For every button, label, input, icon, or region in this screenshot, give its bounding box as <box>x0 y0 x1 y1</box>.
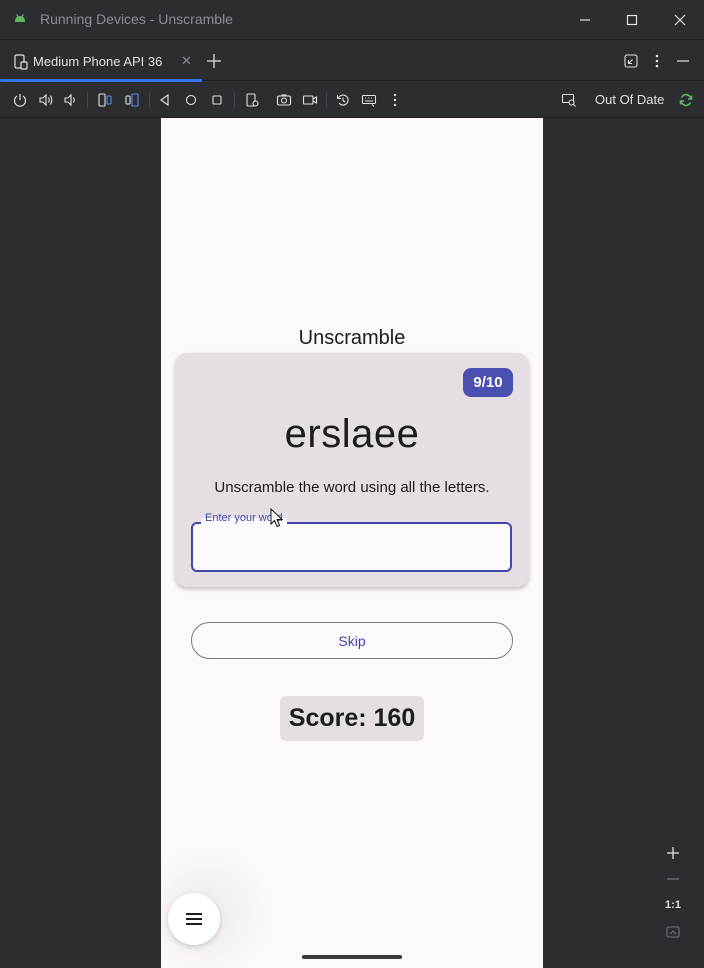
close-button[interactable] <box>668 8 692 32</box>
snapshot-icon <box>246 93 259 107</box>
volume-down-icon <box>64 93 75 107</box>
zoom-ratio-label: 1:1 <box>665 899 681 911</box>
home-button[interactable] <box>182 91 200 109</box>
zoom-controls: 1:1 <box>660 838 686 948</box>
more-vertical-icon <box>655 54 659 68</box>
tab-medium-phone[interactable]: Medium Phone API 36 ✕ <box>0 41 202 82</box>
device-mirror-icon <box>14 54 28 70</box>
minimize-icon <box>580 19 590 21</box>
zoom-in-button[interactable] <box>660 840 686 866</box>
menu-icon <box>186 913 202 925</box>
keyboard-icon <box>361 94 377 107</box>
reset-icon <box>336 94 349 106</box>
rotate-left-icon <box>98 93 112 107</box>
volume-up-button[interactable] <box>37 91 55 109</box>
device-search-button[interactable] <box>560 91 578 109</box>
volume-down-button[interactable] <box>62 91 80 109</box>
more-vertical-icon <box>393 93 397 107</box>
keyboard-button[interactable] <box>360 91 378 109</box>
tab-options-button[interactable] <box>647 51 667 71</box>
screenshot-icon <box>276 94 292 106</box>
overview-button[interactable] <box>208 91 226 109</box>
power-icon <box>13 94 27 107</box>
volume-up-icon <box>39 93 53 107</box>
more-options-button[interactable] <box>386 91 404 109</box>
reset-button[interactable] <box>334 91 352 109</box>
minus-icon <box>667 878 679 880</box>
mouse-cursor-icon <box>270 508 284 528</box>
close-tab-icon[interactable]: ✕ <box>181 53 192 69</box>
fit-screen-button[interactable] <box>660 919 686 945</box>
menu-fab[interactable] <box>168 893 220 945</box>
device-tab-bar: Medium Phone API 36 ✕ <box>0 41 704 82</box>
hide-panel-button[interactable] <box>673 51 693 71</box>
home-icon <box>185 94 197 106</box>
toolbar-separator <box>87 92 88 108</box>
title-bar: Running Devices - Unscramble <box>0 0 704 40</box>
out-of-date-status[interactable]: Out Of Date <box>595 92 664 107</box>
collapse-button[interactable] <box>621 51 641 71</box>
plus-icon <box>207 54 221 68</box>
android-status-bar <box>161 118 543 140</box>
device-screen[interactable]: Unscramble 9/10 erslaee Unscramble the w… <box>161 118 543 968</box>
collapse-icon <box>624 54 638 68</box>
instructions-text: Unscramble the word using all the letter… <box>214 479 490 496</box>
refresh-icon <box>679 93 693 107</box>
screenshot-button[interactable] <box>275 91 293 109</box>
plus-icon <box>667 847 679 859</box>
refresh-button[interactable] <box>677 91 695 109</box>
maximize-icon <box>626 14 638 26</box>
minimize-button[interactable] <box>573 8 597 32</box>
back-button[interactable] <box>156 91 174 109</box>
screen-record-button[interactable] <box>301 91 319 109</box>
toolbar-separator <box>234 92 235 108</box>
add-device-button[interactable] <box>204 51 224 71</box>
app-title: Unscramble <box>298 327 406 349</box>
maximize-button[interactable] <box>620 8 644 32</box>
toolbar-separator <box>326 92 327 108</box>
scrambled-word: erslaee <box>284 412 420 456</box>
word-count-badge: 9/10 <box>463 368 513 397</box>
snapshot-button[interactable] <box>243 91 261 109</box>
rotate-left-button[interactable] <box>96 91 114 109</box>
window-title: Running Devices - Unscramble <box>40 11 233 27</box>
gesture-nav-handle[interactable] <box>302 955 402 959</box>
word-input-field[interactable] <box>191 522 512 572</box>
close-icon <box>674 14 686 26</box>
toolbar-separator <box>149 92 150 108</box>
zoom-out-button[interactable] <box>660 866 686 892</box>
actual-size-button[interactable]: 1:1 <box>660 892 686 918</box>
game-card: 9/10 erslaee Unscramble the word using a… <box>175 353 529 587</box>
tab-label: Medium Phone API 36 <box>33 54 163 69</box>
minimize-icon <box>677 60 689 62</box>
screen-record-icon <box>302 95 318 105</box>
back-icon <box>160 93 169 107</box>
score-display: Score: 160 <box>280 696 424 741</box>
skip-button[interactable]: Skip <box>191 622 513 659</box>
android-icon <box>15 14 25 22</box>
power-button[interactable] <box>11 91 29 109</box>
overview-icon <box>212 95 222 105</box>
device-search-icon <box>561 93 576 107</box>
rotate-right-icon <box>125 93 139 107</box>
rotate-right-button[interactable] <box>123 91 141 109</box>
fit-screen-icon <box>666 926 680 938</box>
